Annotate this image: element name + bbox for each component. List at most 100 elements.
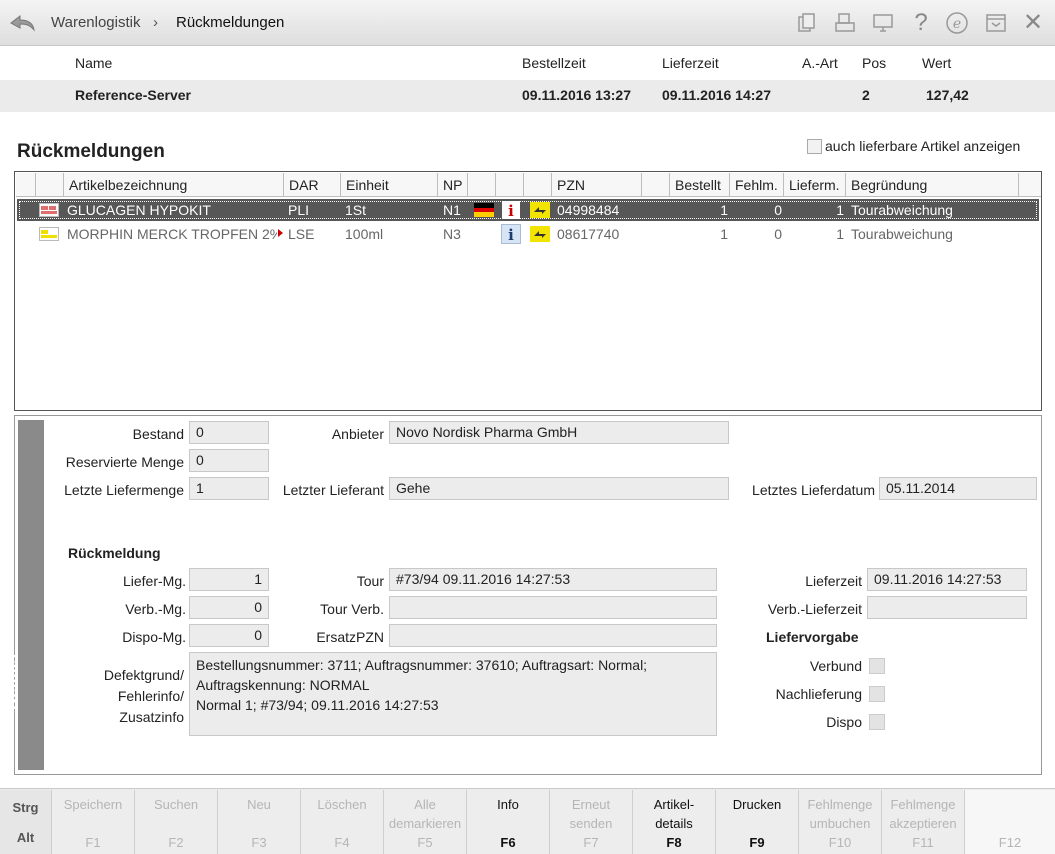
ersatz-pzn-label: ErsatzPZN (316, 629, 384, 645)
nachlieferung-checkbox[interactable] (869, 686, 885, 702)
fkey-f5-alle-demarkieren[interactable]: Alle demarkieren F5 (384, 790, 467, 854)
verb-lieferzeit-label: Verb.-Lieferzeit (767, 601, 862, 617)
fkey-f1-speichern[interactable]: Speichern F1 (52, 790, 135, 854)
letzte-liefermenge-field: 1 (189, 477, 269, 500)
cell-einheit: 1St (345, 202, 367, 218)
rueckmeldung-title: Rückmeldung (68, 545, 161, 561)
th-bestellt[interactable]: Bestellt (670, 173, 730, 197)
table-row[interactable]: MORPHIN MERCK TROPFEN 2% LSE 100ml N3 i … (17, 223, 1039, 245)
liefervorgabe-title: Liefervorgabe (766, 629, 859, 645)
e-icon[interactable]: e (945, 11, 969, 35)
tour-verb-field (389, 596, 717, 619)
help-icon[interactable]: ? (909, 11, 933, 35)
show-available-checkbox[interactable] (807, 139, 822, 154)
fkey-f6-info[interactable]: Info F6 (467, 790, 550, 854)
cell-begruendung: Tourabweichung (851, 202, 953, 218)
fkey-f8-artikeldetails[interactable]: Artikel-details F8 (633, 790, 716, 854)
th-fehlm[interactable]: Fehlm. (730, 173, 784, 197)
cell-dar: LSE (288, 226, 315, 242)
fkey-f4-loeschen[interactable]: Löschen F4 (301, 790, 384, 854)
close-icon[interactable]: ✕ (1021, 11, 1045, 35)
show-available-label[interactable]: auch lieferbare Artikel anzeigen (825, 138, 1020, 154)
modifier-strg: Strg (12, 800, 39, 815)
section-title: Rückmeldungen (17, 141, 165, 162)
defekt-info-line: Bestellungsnummer: 3711; Auftragsnummer:… (196, 657, 648, 673)
defekt-label: Defektgrund/ Fehlerinfo/ Zusatzinfo (50, 665, 184, 728)
fkey-label: umbuchen (809, 816, 871, 831)
fkey-label: Speichern (63, 797, 123, 812)
fkey-label: Info (497, 797, 519, 812)
fkey-f3-neu[interactable]: Neu F3 (218, 790, 301, 854)
defekt-info-field: Bestellungsnummer: 3711; Auftragsnummer:… (189, 652, 717, 736)
fkey-f9-drucken[interactable]: Drucken F9 (716, 790, 799, 854)
tour-field: #73/94 09.11.2016 14:27:53 (389, 568, 717, 591)
table-row[interactable]: GLUCAGEN HYPOKIT PLI 1St N1 i 04998484 1… (17, 199, 1039, 221)
th-begruendung[interactable]: Begründung (846, 173, 1019, 197)
verbund-checkbox[interactable] (869, 658, 885, 674)
monitor-icon[interactable] (872, 12, 894, 34)
info-icon[interactable]: i (502, 201, 520, 219)
col-label-name: Name (75, 55, 113, 71)
cell-pzn: 04998484 (557, 202, 620, 218)
dispo-checkbox[interactable] (869, 714, 885, 730)
cell-artikelbezeichnung: MORPHIN MERCK TROPFEN 2% (67, 226, 277, 242)
fkey-key: F12 (998, 835, 1022, 850)
window-icon[interactable] (985, 12, 1007, 34)
details-tab[interactable]: Details (2, 420, 44, 770)
fkey-f12[interactable]: F12 (965, 790, 1055, 854)
letztes-lieferdatum-field: 05.11.2014 (879, 477, 1037, 500)
verbund-label: Verbund (809, 658, 862, 674)
th-einheit[interactable]: Einheit (341, 173, 438, 197)
col-label-pos: Pos (862, 55, 887, 71)
breadcrumb-root[interactable]: Warenlogistik (51, 14, 140, 31)
truncation-arrow-icon (278, 229, 283, 237)
cell-artikelbezeichnung: GLUCAGEN HYPOKIT (67, 202, 211, 218)
info-icon[interactable]: i (501, 224, 521, 244)
verb-mg-field: 0 (189, 596, 269, 619)
back-arrow-icon[interactable] (8, 10, 36, 34)
fkey-key: F1 (85, 835, 101, 850)
fkey-key: F6 (500, 835, 516, 850)
letzter-lieferant-label: Letzter Lieferant (282, 482, 384, 498)
fkey-f11-fehlmenge-akzeptieren[interactable]: Fehlmenge akzeptieren F11 (882, 790, 965, 854)
fkey-key: F11 (912, 835, 934, 850)
cell-bestellt: 1 (720, 202, 728, 218)
tour-verb-label: Tour Verb. (320, 601, 384, 617)
fkey-key: F2 (168, 835, 184, 850)
fkey-key: F9 (749, 835, 765, 850)
defekt-label-line: Zusatzinfo (119, 709, 184, 725)
verb-mg-label: Verb.-Mg. (125, 601, 186, 617)
nachlieferung-label: Nachlieferung (775, 686, 862, 702)
fkey-key: F3 (251, 835, 267, 850)
th-type (524, 173, 552, 197)
fkey-f2-suchen[interactable]: Suchen F2 (135, 790, 218, 854)
breadcrumb-separator: › (153, 14, 158, 31)
fkey-label: Löschen (317, 797, 367, 812)
copy-icon[interactable] (796, 12, 818, 34)
verb-lieferzeit-field (867, 596, 1027, 619)
fkey-f10-fehlmenge-umbuchen[interactable]: Fehlmenge umbuchen F10 (799, 790, 882, 854)
print-icon[interactable] (834, 12, 856, 34)
th-blank-1 (16, 173, 36, 197)
th-flag (468, 173, 496, 197)
th-dar[interactable]: DAR (284, 173, 341, 197)
fkey-label: Neu (247, 797, 271, 812)
reservierte-menge-field: 0 (189, 449, 269, 472)
fkey-f7-erneut-senden[interactable]: Erneut senden F7 (550, 790, 633, 854)
th-artikelbezeichnung[interactable]: Artikelbezeichnung (64, 173, 284, 197)
fkey-key: F7 (583, 835, 599, 850)
cell-np: N1 (443, 202, 461, 218)
fkey-label: Erneut (571, 797, 611, 812)
cell-begruendung: Tourabweichung (851, 226, 953, 242)
th-np[interactable]: NP (438, 173, 468, 197)
fkey-key: F10 (828, 835, 852, 850)
anbieter-field: Novo Nordisk Pharma GmbH (389, 421, 729, 444)
th-pzn[interactable]: PZN (552, 173, 642, 197)
defekt-label-line: Defektgrund/ (103, 667, 184, 683)
order-bestellzeit: 09.11.2016 13:27 (522, 87, 631, 103)
fkey-label: details (655, 816, 693, 831)
anbieter-label: Anbieter (331, 426, 384, 442)
defekt-info-line: Normal 1; #73/94; 09.11.2016 14:27:53 (196, 697, 439, 713)
fkey-key: F4 (334, 835, 350, 850)
th-lieferm[interactable]: Lieferm. (784, 173, 846, 197)
